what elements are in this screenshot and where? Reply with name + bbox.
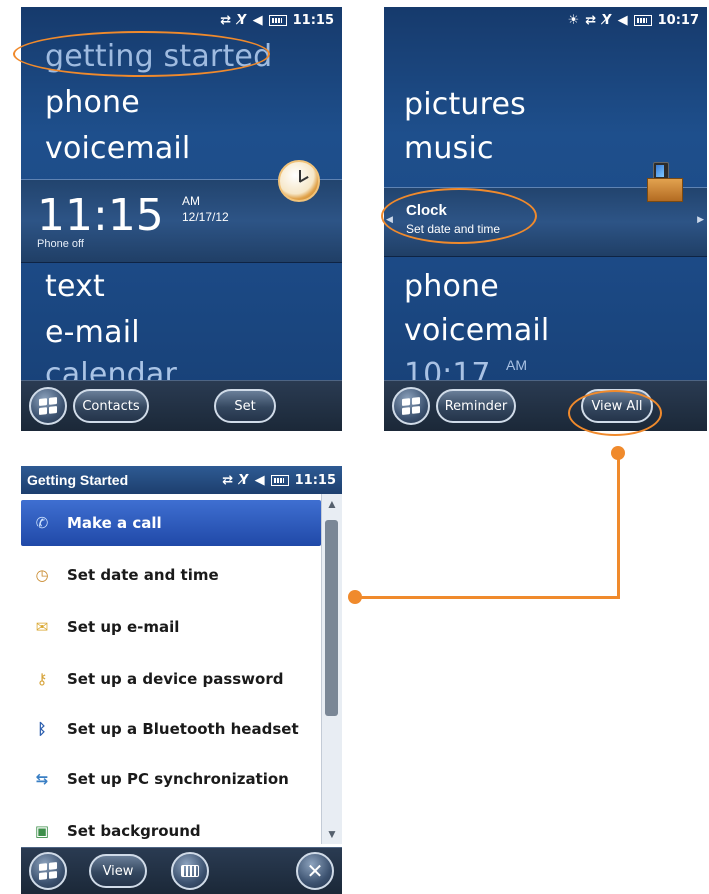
settings-box-icon xyxy=(647,162,683,202)
softkey-bar: Contacts Set xyxy=(21,380,342,431)
battery-icon xyxy=(268,14,287,26)
connector-dot-end xyxy=(348,590,362,604)
scrollbar[interactable]: ▲ ▼ xyxy=(321,494,342,844)
scroll-down-icon[interactable]: ▼ xyxy=(322,824,342,844)
key-icon: ⚷ xyxy=(36,670,48,688)
keyboard-button[interactable] xyxy=(171,852,209,890)
status-time: 11:15 xyxy=(294,472,336,488)
start-button[interactable] xyxy=(392,387,430,425)
windows-flag-icon xyxy=(39,862,57,880)
list-item-set-date-time[interactable]: ◷ Set date and time xyxy=(21,552,321,598)
windows-flag-icon xyxy=(39,397,57,415)
connector-vertical xyxy=(617,452,620,598)
analog-clock-icon xyxy=(278,160,320,202)
speaker-icon: ◀︎ xyxy=(617,12,628,28)
reminder-softkey[interactable]: Reminder xyxy=(436,389,516,423)
notification-icon: ☀ xyxy=(567,12,580,28)
menu-item-phone[interactable]: phone xyxy=(404,269,499,304)
data-sync-icon: ⇄ xyxy=(220,12,232,28)
close-icon: ✕ xyxy=(306,860,324,883)
list-item-label: Make a call xyxy=(67,514,162,532)
list-item-label: Set up a device password xyxy=(67,670,284,688)
menu-item-music[interactable]: music xyxy=(404,131,494,166)
start-button[interactable] xyxy=(29,852,67,890)
windows-flag-icon xyxy=(402,397,420,415)
set-softkey[interactable]: Set xyxy=(214,389,276,423)
phone-status: Phone off xyxy=(37,238,84,250)
menu-item-text[interactable]: text xyxy=(45,269,105,304)
scroll-thumb[interactable] xyxy=(325,520,338,716)
data-sync-icon: ⇄ xyxy=(222,472,234,488)
speaker-icon: ◀︎ xyxy=(252,12,263,28)
highlight-ellipse-clock xyxy=(381,188,537,244)
list-item-make-a-call[interactable]: ✆ Make a call xyxy=(21,500,321,546)
menu-item-pictures[interactable]: pictures xyxy=(404,87,526,122)
start-button[interactable] xyxy=(29,387,67,425)
getting-started-screen: Getting Started ⇄ Y̸ ◀︎ 11:15 ✆ Make a c… xyxy=(21,466,342,894)
list-item-set-up-bluetooth[interactable]: ᛒ Set up a Bluetooth headset xyxy=(21,706,321,752)
menu-item-voicemail[interactable]: voicemail xyxy=(404,313,549,348)
clock-icon: ◷ xyxy=(35,566,49,584)
menu-item-voicemail[interactable]: voicemail xyxy=(45,131,190,166)
no-signal-icon: Y̸ xyxy=(239,472,249,488)
keyboard-icon xyxy=(181,865,199,877)
phone-icon: ✆ xyxy=(35,514,49,532)
menu-item-email[interactable]: e-mail xyxy=(45,315,140,350)
speaker-icon: ◀︎ xyxy=(254,472,265,488)
contacts-softkey[interactable]: Contacts xyxy=(73,389,149,423)
no-signal-icon: Y̸ xyxy=(237,12,247,28)
list-item-label: Set background xyxy=(67,822,201,840)
list-item-set-up-email[interactable]: ✉ Set up e-mail xyxy=(21,604,321,650)
list-item-label: Set up a Bluetooth headset xyxy=(67,720,299,738)
scroll-up-icon[interactable]: ▲ xyxy=(322,494,342,514)
status-time: 11:15 xyxy=(292,12,334,28)
status-bar[interactable]: ⇄ Y̸ ◀︎ 11:15 xyxy=(21,7,342,33)
clock-ampm: AM xyxy=(182,194,200,208)
page-title: Getting Started xyxy=(27,472,129,488)
list-item-set-up-pc-sync[interactable]: ⇆ Set up PC synchronization xyxy=(21,756,321,802)
list-item-label: Set up e-mail xyxy=(67,618,180,636)
data-sync-icon: ⇄ xyxy=(585,12,597,28)
connector-horizontal xyxy=(358,596,620,599)
band-right-arrow[interactable]: ▶ xyxy=(697,214,704,225)
list-item-label: Set up PC synchronization xyxy=(67,770,289,788)
clock-date: 12/17/12 xyxy=(182,210,229,224)
menu-item-phone[interactable]: phone xyxy=(45,85,140,120)
clock-band[interactable]: 11:15 AM 12/17/12 Phone off xyxy=(21,160,342,263)
battery-icon xyxy=(270,474,289,486)
clock-ampm: AM xyxy=(506,357,527,373)
sync-icon: ⇆ xyxy=(35,770,49,788)
status-bar[interactable]: ⇄ Y̸ ◀︎ 11:15 xyxy=(222,466,336,494)
highlight-ellipse-view-all xyxy=(568,390,662,436)
close-button[interactable]: ✕ xyxy=(296,852,334,890)
picture-icon: ▣ xyxy=(34,822,50,840)
view-softkey[interactable]: View xyxy=(89,854,147,888)
list-item-set-up-password[interactable]: ⚷ Set up a device password xyxy=(21,656,321,702)
list-item-label: Set date and time xyxy=(67,566,219,584)
email-icon: ✉ xyxy=(35,618,49,636)
no-signal-icon: Y̸ xyxy=(602,12,612,28)
title-bar: Getting Started ⇄ Y̸ ◀︎ 11:15 xyxy=(21,466,342,494)
highlight-ellipse-getting-started xyxy=(13,31,270,77)
softkey-bar: View ✕ xyxy=(21,847,342,894)
status-bar[interactable]: ☀ ⇄ Y̸ ◀︎ 10:17 xyxy=(384,7,707,33)
status-time: 10:17 xyxy=(657,12,699,28)
battery-icon xyxy=(633,14,652,26)
bluetooth-icon: ᛒ xyxy=(37,720,47,738)
clock-time: 11:15 xyxy=(37,190,164,241)
